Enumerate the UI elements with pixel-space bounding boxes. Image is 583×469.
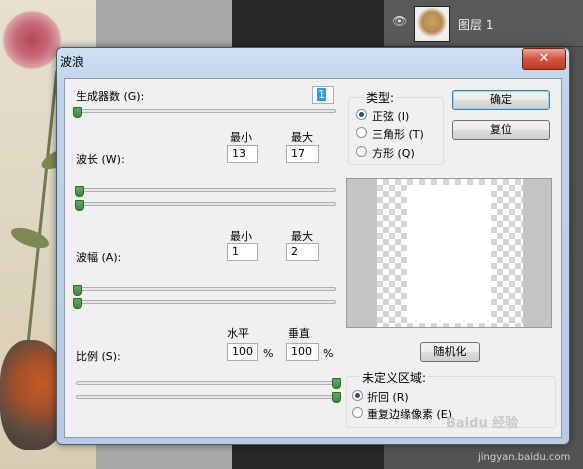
amplitude-max-slider[interactable] <box>76 300 336 304</box>
flower-illustration <box>2 10 62 70</box>
generators-slider-thumb[interactable] <box>73 107 82 118</box>
repeat-edge-pixels-label: 重复边缘像素 (E) <box>367 408 453 421</box>
type-sine-label: 正弦 (I) <box>372 110 410 123</box>
wavelength-max-slider[interactable] <box>76 202 336 206</box>
reset-button[interactable]: 复位 <box>452 120 550 140</box>
amplitude-max-label: 最大 <box>291 230 313 243</box>
wavelength-label: 波长 (W): <box>76 153 125 166</box>
generators-value: 1 <box>317 88 326 101</box>
type-group-title: 类型: <box>364 89 397 106</box>
scale-vertical-label: 垂直 <box>288 327 310 340</box>
scale-label: 比例 (S): <box>76 350 121 363</box>
repeat-edge-pixels-radio[interactable] <box>352 407 363 418</box>
amplitude-min-slider-thumb[interactable] <box>73 285 82 296</box>
wrap-around-label: 折回 (R) <box>367 391 409 404</box>
amplitude-min-label: 最小 <box>230 230 252 243</box>
wavelength-max-slider-thumb[interactable] <box>75 200 84 211</box>
generators-input[interactable]: 1 <box>312 86 334 104</box>
generators-label: 生成器数 (G): <box>76 90 145 103</box>
randomize-button[interactable]: 随机化 <box>420 342 480 362</box>
wavelength-max-input[interactable]: 17 <box>286 145 319 163</box>
wavelength-min-label: 最小 <box>230 131 252 144</box>
scale-vertical-slider-thumb[interactable] <box>332 392 341 403</box>
amplitude-max-slider-thumb[interactable] <box>73 298 82 309</box>
scale-horizontal-slider[interactable] <box>76 381 338 385</box>
scale-horizontal-label: 水平 <box>227 327 249 340</box>
scale-vertical-input[interactable]: 100 <box>286 343 319 361</box>
dialog-title: 波浪 <box>60 55 85 69</box>
type-square-label: 方形 (Q) <box>372 147 415 160</box>
layer-name: 图层 1 <box>458 18 494 32</box>
type-square-radio[interactable] <box>356 146 367 157</box>
wavelength-min-input[interactable]: 13 <box>227 145 258 163</box>
leaf-illustration <box>8 223 52 253</box>
wavelength-min-slider-thumb[interactable] <box>75 186 84 197</box>
type-triangle-radio[interactable] <box>356 127 367 138</box>
layer-thumbnail <box>414 6 450 42</box>
close-button[interactable]: ✕ <box>522 48 566 70</box>
wrap-around-radio[interactable] <box>352 390 363 401</box>
ok-button[interactable]: 确定 <box>452 90 550 110</box>
scale-horizontal-input[interactable]: 100 <box>227 343 258 361</box>
type-triangle-label: 三角形 (T) <box>372 128 424 141</box>
amplitude-label: 波幅 (A): <box>76 251 122 264</box>
generators-slider[interactable] <box>76 109 336 113</box>
amplitude-max-input[interactable]: 2 <box>286 243 319 261</box>
baidu-watermark-url: jingyan.baidu.com <box>478 452 571 463</box>
wave-preview-shape <box>407 185 491 323</box>
scale-horizontal-slider-thumb[interactable] <box>332 378 341 389</box>
eye-icon[interactable]: 👁 <box>392 15 407 27</box>
scale-vertical-slider[interactable] <box>76 395 338 399</box>
scale-vertical-unit: % <box>323 347 334 360</box>
type-sine-radio[interactable] <box>356 109 367 120</box>
wavelength-min-slider[interactable] <box>76 188 336 192</box>
amplitude-min-slider[interactable] <box>76 287 336 291</box>
preview-pane <box>346 178 552 328</box>
scale-horizontal-unit: % <box>263 347 274 360</box>
undefined-areas-title: 未定义区域: <box>360 369 429 386</box>
baidu-watermark: Baidu 经验 <box>446 416 519 431</box>
wavelength-max-label: 最大 <box>291 131 313 144</box>
amplitude-min-input[interactable]: 1 <box>227 243 258 261</box>
